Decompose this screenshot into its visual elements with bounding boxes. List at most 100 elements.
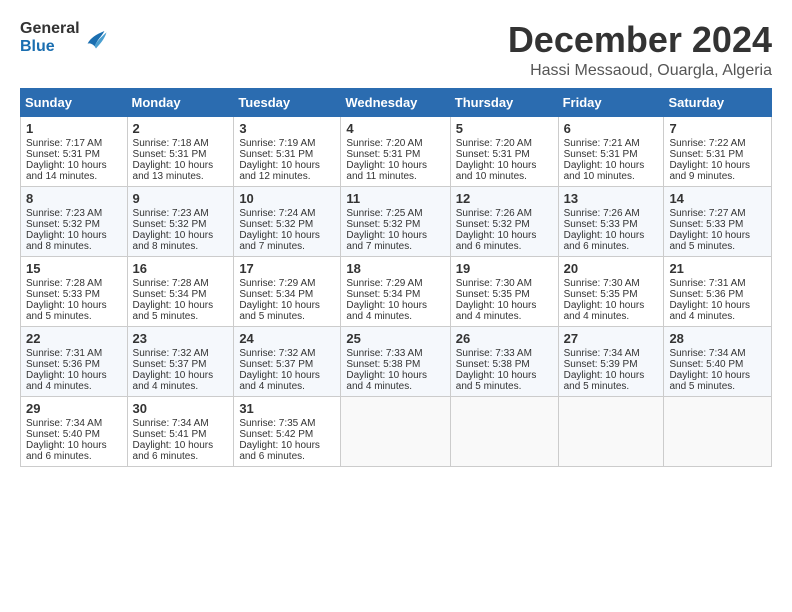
day-info: Daylight: 10 hours xyxy=(26,370,122,381)
day-info: and 4 minutes. xyxy=(26,381,122,392)
day-info: Sunrise: 7:29 AM xyxy=(346,278,444,289)
day-number: 25 xyxy=(346,331,444,346)
day-info: Daylight: 10 hours xyxy=(133,160,229,171)
day-info: and 4 minutes. xyxy=(346,311,444,322)
day-info: Daylight: 10 hours xyxy=(26,440,122,451)
day-info: Daylight: 10 hours xyxy=(26,160,122,171)
day-info: Sunrise: 7:31 AM xyxy=(669,278,766,289)
calendar-cell: 11Sunrise: 7:25 AMSunset: 5:32 PMDayligh… xyxy=(341,186,450,256)
day-info: and 10 minutes. xyxy=(456,171,553,182)
day-info: Sunset: 5:32 PM xyxy=(26,219,122,230)
logo-blue: Blue xyxy=(20,38,55,56)
day-info: Daylight: 10 hours xyxy=(564,370,659,381)
day-number: 1 xyxy=(26,121,122,136)
day-info: Daylight: 10 hours xyxy=(456,370,553,381)
day-number: 14 xyxy=(669,191,766,206)
day-info: and 5 minutes. xyxy=(669,381,766,392)
day-number: 22 xyxy=(26,331,122,346)
day-info: Daylight: 10 hours xyxy=(239,230,335,241)
day-info: Daylight: 10 hours xyxy=(346,370,444,381)
day-info: and 14 minutes. xyxy=(26,171,122,182)
day-number: 8 xyxy=(26,191,122,206)
day-info: Sunset: 5:41 PM xyxy=(133,429,229,440)
day-info: Sunrise: 7:22 AM xyxy=(669,138,766,149)
day-info: Sunset: 5:31 PM xyxy=(239,149,335,160)
day-info: Sunset: 5:32 PM xyxy=(456,219,553,230)
calendar-cell: 23Sunrise: 7:32 AMSunset: 5:37 PMDayligh… xyxy=(127,326,234,396)
day-info: Sunrise: 7:25 AM xyxy=(346,208,444,219)
day-info: Sunrise: 7:26 AM xyxy=(456,208,553,219)
calendar-cell: 21Sunrise: 7:31 AMSunset: 5:36 PMDayligh… xyxy=(664,256,772,326)
day-info: and 4 minutes. xyxy=(239,381,335,392)
calendar-cell: 5Sunrise: 7:20 AMSunset: 5:31 PMDaylight… xyxy=(450,116,558,186)
day-info: Sunrise: 7:34 AM xyxy=(26,418,122,429)
day-info: Sunset: 5:38 PM xyxy=(456,359,553,370)
day-info: Sunset: 5:35 PM xyxy=(456,289,553,300)
calendar-row-4: 22Sunrise: 7:31 AMSunset: 5:36 PMDayligh… xyxy=(21,326,772,396)
calendar-header-tuesday: Tuesday xyxy=(234,88,341,116)
day-info: and 10 minutes. xyxy=(564,171,659,182)
calendar-header-monday: Monday xyxy=(127,88,234,116)
day-number: 16 xyxy=(133,261,229,276)
day-info: Sunrise: 7:34 AM xyxy=(133,418,229,429)
day-info: and 11 minutes. xyxy=(346,171,444,182)
day-info: Sunset: 5:33 PM xyxy=(669,219,766,230)
day-info: Sunset: 5:31 PM xyxy=(456,149,553,160)
day-info: Sunrise: 7:33 AM xyxy=(346,348,444,359)
calendar-table: SundayMondayTuesdayWednesdayThursdayFrid… xyxy=(20,88,772,467)
calendar-cell: 18Sunrise: 7:29 AMSunset: 5:34 PMDayligh… xyxy=(341,256,450,326)
day-info: and 6 minutes. xyxy=(26,451,122,462)
day-info: Sunset: 5:31 PM xyxy=(346,149,444,160)
calendar-cell: 15Sunrise: 7:28 AMSunset: 5:33 PMDayligh… xyxy=(21,256,128,326)
day-info: Daylight: 10 hours xyxy=(456,300,553,311)
day-info: Sunset: 5:32 PM xyxy=(239,219,335,230)
day-number: 29 xyxy=(26,401,122,416)
day-info: and 12 minutes. xyxy=(239,171,335,182)
day-number: 9 xyxy=(133,191,229,206)
day-number: 10 xyxy=(239,191,335,206)
day-info: and 4 minutes. xyxy=(669,311,766,322)
day-number: 5 xyxy=(456,121,553,136)
day-number: 13 xyxy=(564,191,659,206)
day-info: Sunset: 5:36 PM xyxy=(26,359,122,370)
calendar-cell: 24Sunrise: 7:32 AMSunset: 5:37 PMDayligh… xyxy=(234,326,341,396)
day-number: 26 xyxy=(456,331,553,346)
day-info: and 5 minutes. xyxy=(564,381,659,392)
day-info: Daylight: 10 hours xyxy=(456,230,553,241)
day-info: and 5 minutes. xyxy=(133,311,229,322)
day-info: Daylight: 10 hours xyxy=(564,300,659,311)
day-info: Sunset: 5:31 PM xyxy=(564,149,659,160)
day-info: Daylight: 10 hours xyxy=(239,160,335,171)
day-info: Sunset: 5:39 PM xyxy=(564,359,659,370)
day-number: 23 xyxy=(133,331,229,346)
day-info: Daylight: 10 hours xyxy=(346,160,444,171)
day-number: 17 xyxy=(239,261,335,276)
day-info: Daylight: 10 hours xyxy=(346,230,444,241)
day-info: Sunrise: 7:28 AM xyxy=(26,278,122,289)
day-info: Daylight: 10 hours xyxy=(26,230,122,241)
calendar-cell: 29Sunrise: 7:34 AMSunset: 5:40 PMDayligh… xyxy=(21,396,128,466)
day-info: Sunrise: 7:29 AM xyxy=(239,278,335,289)
day-info: Sunrise: 7:32 AM xyxy=(133,348,229,359)
day-info: Sunrise: 7:35 AM xyxy=(239,418,335,429)
day-info: and 5 minutes. xyxy=(239,311,335,322)
calendar-cell: 14Sunrise: 7:27 AMSunset: 5:33 PMDayligh… xyxy=(664,186,772,256)
calendar-cell: 13Sunrise: 7:26 AMSunset: 5:33 PMDayligh… xyxy=(558,186,664,256)
day-info: Sunrise: 7:28 AM xyxy=(133,278,229,289)
day-number: 30 xyxy=(133,401,229,416)
day-info: Sunset: 5:34 PM xyxy=(239,289,335,300)
calendar-header-row: SundayMondayTuesdayWednesdayThursdayFrid… xyxy=(21,88,772,116)
day-info: Sunrise: 7:27 AM xyxy=(669,208,766,219)
title-block: December 2024 Hassi Messaoud, Ouargla, A… xyxy=(508,20,772,80)
day-number: 15 xyxy=(26,261,122,276)
day-number: 27 xyxy=(564,331,659,346)
day-info: Sunrise: 7:23 AM xyxy=(26,208,122,219)
day-info: Sunrise: 7:18 AM xyxy=(133,138,229,149)
day-info: Sunrise: 7:31 AM xyxy=(26,348,122,359)
day-info: Daylight: 10 hours xyxy=(133,300,229,311)
day-info: Daylight: 10 hours xyxy=(564,230,659,241)
day-number: 3 xyxy=(239,121,335,136)
day-info: and 4 minutes. xyxy=(346,381,444,392)
day-info: Daylight: 10 hours xyxy=(346,300,444,311)
calendar-cell: 9Sunrise: 7:23 AMSunset: 5:32 PMDaylight… xyxy=(127,186,234,256)
